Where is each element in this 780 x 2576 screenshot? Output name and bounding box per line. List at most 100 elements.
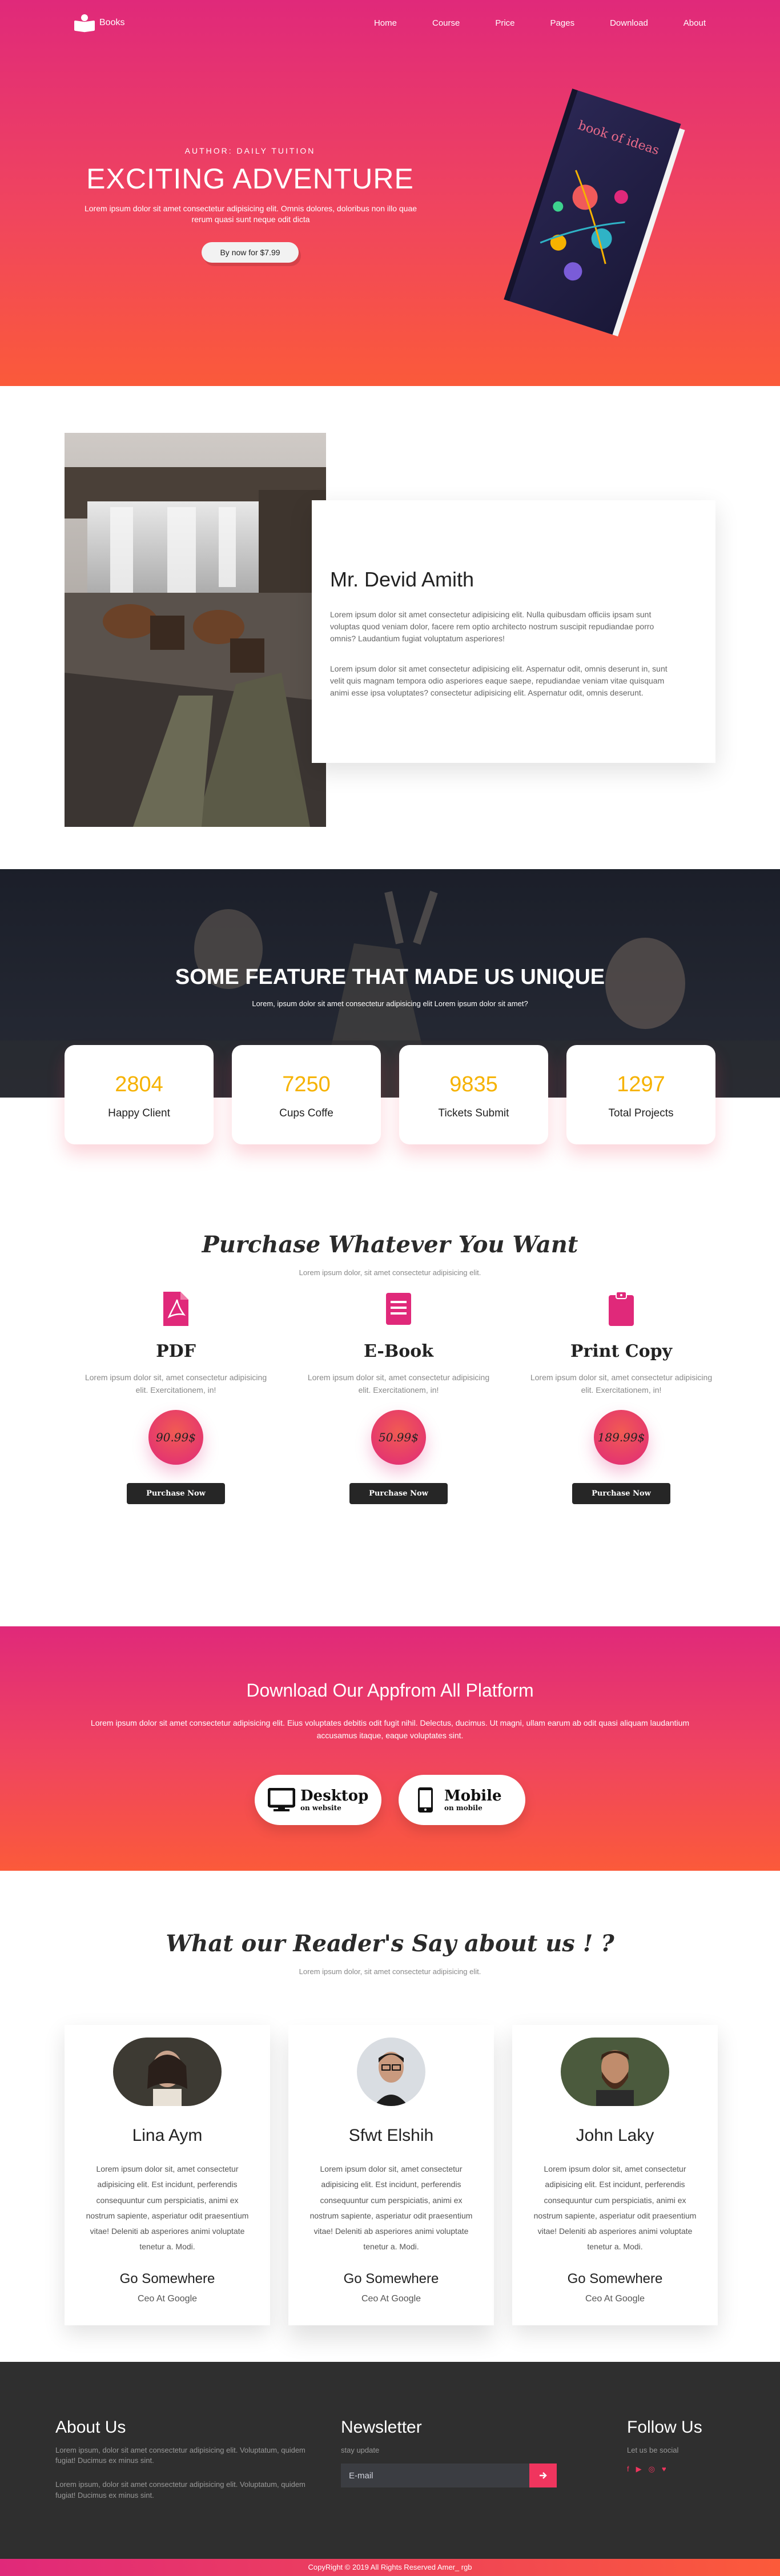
social-links: f ▶ ◎ ♥ [627, 2465, 741, 2474]
download-description: Lorem ipsum dolor sit amet consectetur a… [90, 1718, 690, 1740]
download-title: Download Our Appfrom All Platform [246, 1680, 534, 1701]
nav-link-pages[interactable]: Pages [550, 18, 575, 28]
review-company: Ceo At Google [361, 2293, 421, 2304]
about-title: About Us [55, 2418, 126, 2437]
nav-link-download[interactable]: Download [610, 18, 648, 28]
youtube-icon[interactable]: ▶ [636, 2465, 642, 2474]
stats-row: 2804 Happy Client 7250 Cups Coffe 9835 T… [65, 1045, 715, 1144]
purchase-title: Purchase Whatever You Want [202, 1231, 578, 1258]
stat-card: 1297 Total Projects [566, 1045, 715, 1144]
stat-number: 9835 [449, 1072, 498, 1096]
review-card: Sfwt Elshih Lorem ipsum dolor sit, amet … [288, 2025, 494, 2325]
plan-title: Print Copy [570, 1341, 673, 1361]
nav-link-course[interactable]: Course [432, 18, 460, 28]
stat-number: 1297 [617, 1072, 665, 1096]
purchase-now-button[interactable]: Purchase Now [349, 1483, 448, 1505]
footer-about: About Us Lorem ipsum, dolor sit amet con… [55, 2418, 307, 2501]
waterfall-photo [65, 433, 326, 827]
copyright-bar: CopyRight © 2019 All Rights Reserved Ame… [0, 2559, 780, 2576]
review-text: Lorem ipsum dolor sit, amet consectetur … [309, 2164, 473, 2252]
reviews-row: Lina Aym Lorem ipsum dolor sit, amet con… [65, 2025, 718, 2325]
mobile-download-button[interactable]: Mobile on mobile [399, 1775, 525, 1826]
avatar [561, 2038, 669, 2106]
review-text: Lorem ipsum dolor sit, amet consectetur … [86, 2164, 249, 2252]
stat-number: 2804 [115, 1072, 163, 1096]
heart-icon[interactable]: ♥ [662, 2465, 666, 2474]
profile-section: Mr. Devid Amith Lorem ipsum dolor sit am… [0, 386, 780, 869]
reviewer-name: Lina Aym [132, 2126, 203, 2145]
desktop-label: Desktop [300, 1787, 369, 1805]
newsletter-form [341, 2464, 569, 2488]
profile-card: Mr. Devid Amith Lorem ipsum dolor sit am… [312, 500, 715, 763]
purchase-section: Purchase Whatever You Want Lorem ipsum d… [0, 1172, 780, 1626]
hero-section: Books Home Course Price Pages Download A… [0, 0, 780, 386]
plan-description: Lorem ipsum dolor sit, amet consectetur … [307, 1373, 490, 1395]
desktop-icon [267, 1788, 296, 1812]
testimonials-subtitle: Lorem ipsum dolor, sit amet consectetur … [299, 1967, 481, 1976]
desktop-download-button[interactable]: Desktop on website [255, 1775, 381, 1826]
review-company: Ceo At Google [585, 2293, 645, 2304]
instagram-icon[interactable]: ◎ [649, 2465, 655, 2474]
stat-label: Cups Coffe [279, 1107, 333, 1119]
plan-card-print: Print Copy Lorem ipsum dolor sit, amet c… [510, 1291, 733, 1505]
testimonials-section: What our Reader's Say about us ! ? Lorem… [0, 1871, 780, 2362]
features-title: SOME FEATURE THAT MADE US UNIQUE [175, 965, 605, 989]
purchase-now-button[interactable]: Purchase Now [572, 1483, 670, 1505]
plan-title: PDF [156, 1341, 196, 1361]
purchase-now-button[interactable]: Purchase Now [127, 1483, 225, 1505]
nav-links: Home Course Price Pages Download About [339, 18, 706, 28]
plan-price: 90.99$ [148, 1410, 203, 1465]
newsletter-text: stay update [341, 2446, 380, 2454]
plan-description: Lorem ipsum dolor sit, amet consectetur … [530, 1373, 713, 1395]
testimonials-title: What our Reader's Say about us ! ? [166, 1930, 614, 1957]
desktop-sublabel: on website [300, 1804, 341, 1813]
review-card: John Laky Lorem ipsum dolor sit, amet co… [512, 2025, 718, 2325]
ebook-icon [386, 1293, 411, 1325]
stat-label: Tickets Submit [438, 1107, 509, 1119]
reviewer-name: Sfwt Elshih [348, 2126, 434, 2145]
stat-card: 7250 Cups Coffe [232, 1045, 381, 1144]
footer-newsletter: Newsletter stay update [341, 2418, 569, 2488]
plan-card-pdf: PDF Lorem ipsum dolor sit, amet consecte… [65, 1292, 287, 1505]
review-role: Go Somewhere [343, 2270, 439, 2286]
features-section: SOME FEATURE THAT MADE US UNIQUE Lorem, … [0, 869, 780, 1172]
hero-title: EXCITING ADVENTURE [86, 163, 414, 195]
book-reader-icon [74, 14, 95, 33]
plan-description: Lorem ipsum dolor sit, amet consectetur … [85, 1373, 267, 1395]
subscribe-button[interactable] [529, 2464, 557, 2488]
clipboard-icon [609, 1291, 634, 1326]
footer: About Us Lorem ipsum, dolor sit amet con… [0, 2362, 780, 2576]
features-subtitle: Lorem, ipsum dolor sit amet consectetur … [252, 999, 528, 1008]
pdf-file-icon [163, 1292, 188, 1326]
logo-text: Books [99, 18, 125, 27]
newsletter-title: Newsletter [341, 2418, 422, 2437]
mobile-label: Mobile [444, 1787, 502, 1805]
follow-text: Let us be social [627, 2446, 679, 2454]
top-nav: Books Home Course Price Pages Download A… [0, 0, 780, 46]
arrow-right-icon [540, 2472, 547, 2479]
follow-title: Follow Us [627, 2418, 702, 2437]
plans-row: PDF Lorem ipsum dolor sit, amet consecte… [65, 1291, 733, 1505]
review-role: Go Somewhere [567, 2270, 663, 2286]
nav-link-home[interactable]: Home [374, 18, 397, 28]
plan-card-ebook: E-Book Lorem ipsum dolor sit, amet conse… [287, 1292, 510, 1505]
logo[interactable]: Books [74, 14, 125, 33]
profile-name: Mr. Devid Amith [330, 568, 475, 591]
review-company: Ceo At Google [137, 2293, 198, 2304]
plan-price: 189.99$ [594, 1410, 649, 1465]
buy-now-button[interactable]: By now for $7.99 [202, 242, 299, 263]
email-input[interactable] [341, 2464, 529, 2488]
download-section: Download Our Appfrom All Platform Lorem … [0, 1626, 780, 1871]
nav-link-price[interactable]: Price [495, 18, 514, 28]
download-buttons: Desktop on website Mobile on mobile [0, 1775, 780, 1826]
avatar [357, 2038, 425, 2106]
hero-text: AUTHOR: DAILY TUITION EXCITING ADVENTURE… [82, 146, 418, 263]
plan-price: 50.99$ [371, 1410, 426, 1465]
nav-link-about[interactable]: About [683, 18, 706, 28]
reviewer-name: John Laky [576, 2126, 654, 2145]
review-role: Go Somewhere [119, 2270, 215, 2286]
purchase-subtitle: Lorem ipsum dolor, sit amet consectetur … [299, 1268, 481, 1277]
facebook-icon[interactable]: f [627, 2465, 629, 2474]
about-text-1: Lorem ipsum, dolor sit amet consectetur … [55, 2446, 305, 2465]
profile-paragraph-1: Lorem ipsum dolor sit amet consectetur a… [330, 610, 654, 643]
